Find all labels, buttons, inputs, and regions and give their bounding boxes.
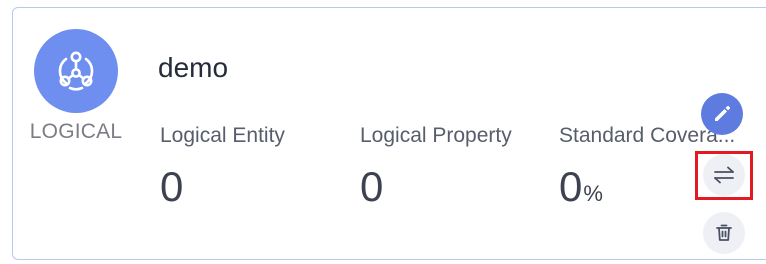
stat-value-logical-property: 0	[360, 166, 384, 208]
model-name[interactable]: demo	[158, 52, 228, 84]
delete-button[interactable]	[703, 212, 745, 254]
model-type-label: LOGICAL	[29, 120, 123, 143]
stat-value-logical-entity: 0	[160, 166, 184, 208]
stat-unit: %	[583, 181, 603, 206]
stat-number: 0	[360, 163, 384, 210]
stat-value-standard-coverage: 0%	[559, 166, 603, 208]
stat-label-logical-property: Logical Property	[360, 124, 512, 147]
logical-model-icon	[58, 51, 94, 91]
stat-number: 0	[160, 163, 184, 210]
trash-icon	[716, 224, 732, 241]
highlight-box	[695, 151, 753, 200]
page: LOGICAL demo Logical Entity 0 Logical Pr…	[0, 0, 766, 264]
edit-button[interactable]	[701, 93, 743, 135]
pencil-icon	[715, 105, 731, 121]
stat-label-logical-entity: Logical Entity	[160, 124, 285, 147]
stat-number: 0	[559, 163, 583, 210]
model-badge	[34, 29, 118, 113]
